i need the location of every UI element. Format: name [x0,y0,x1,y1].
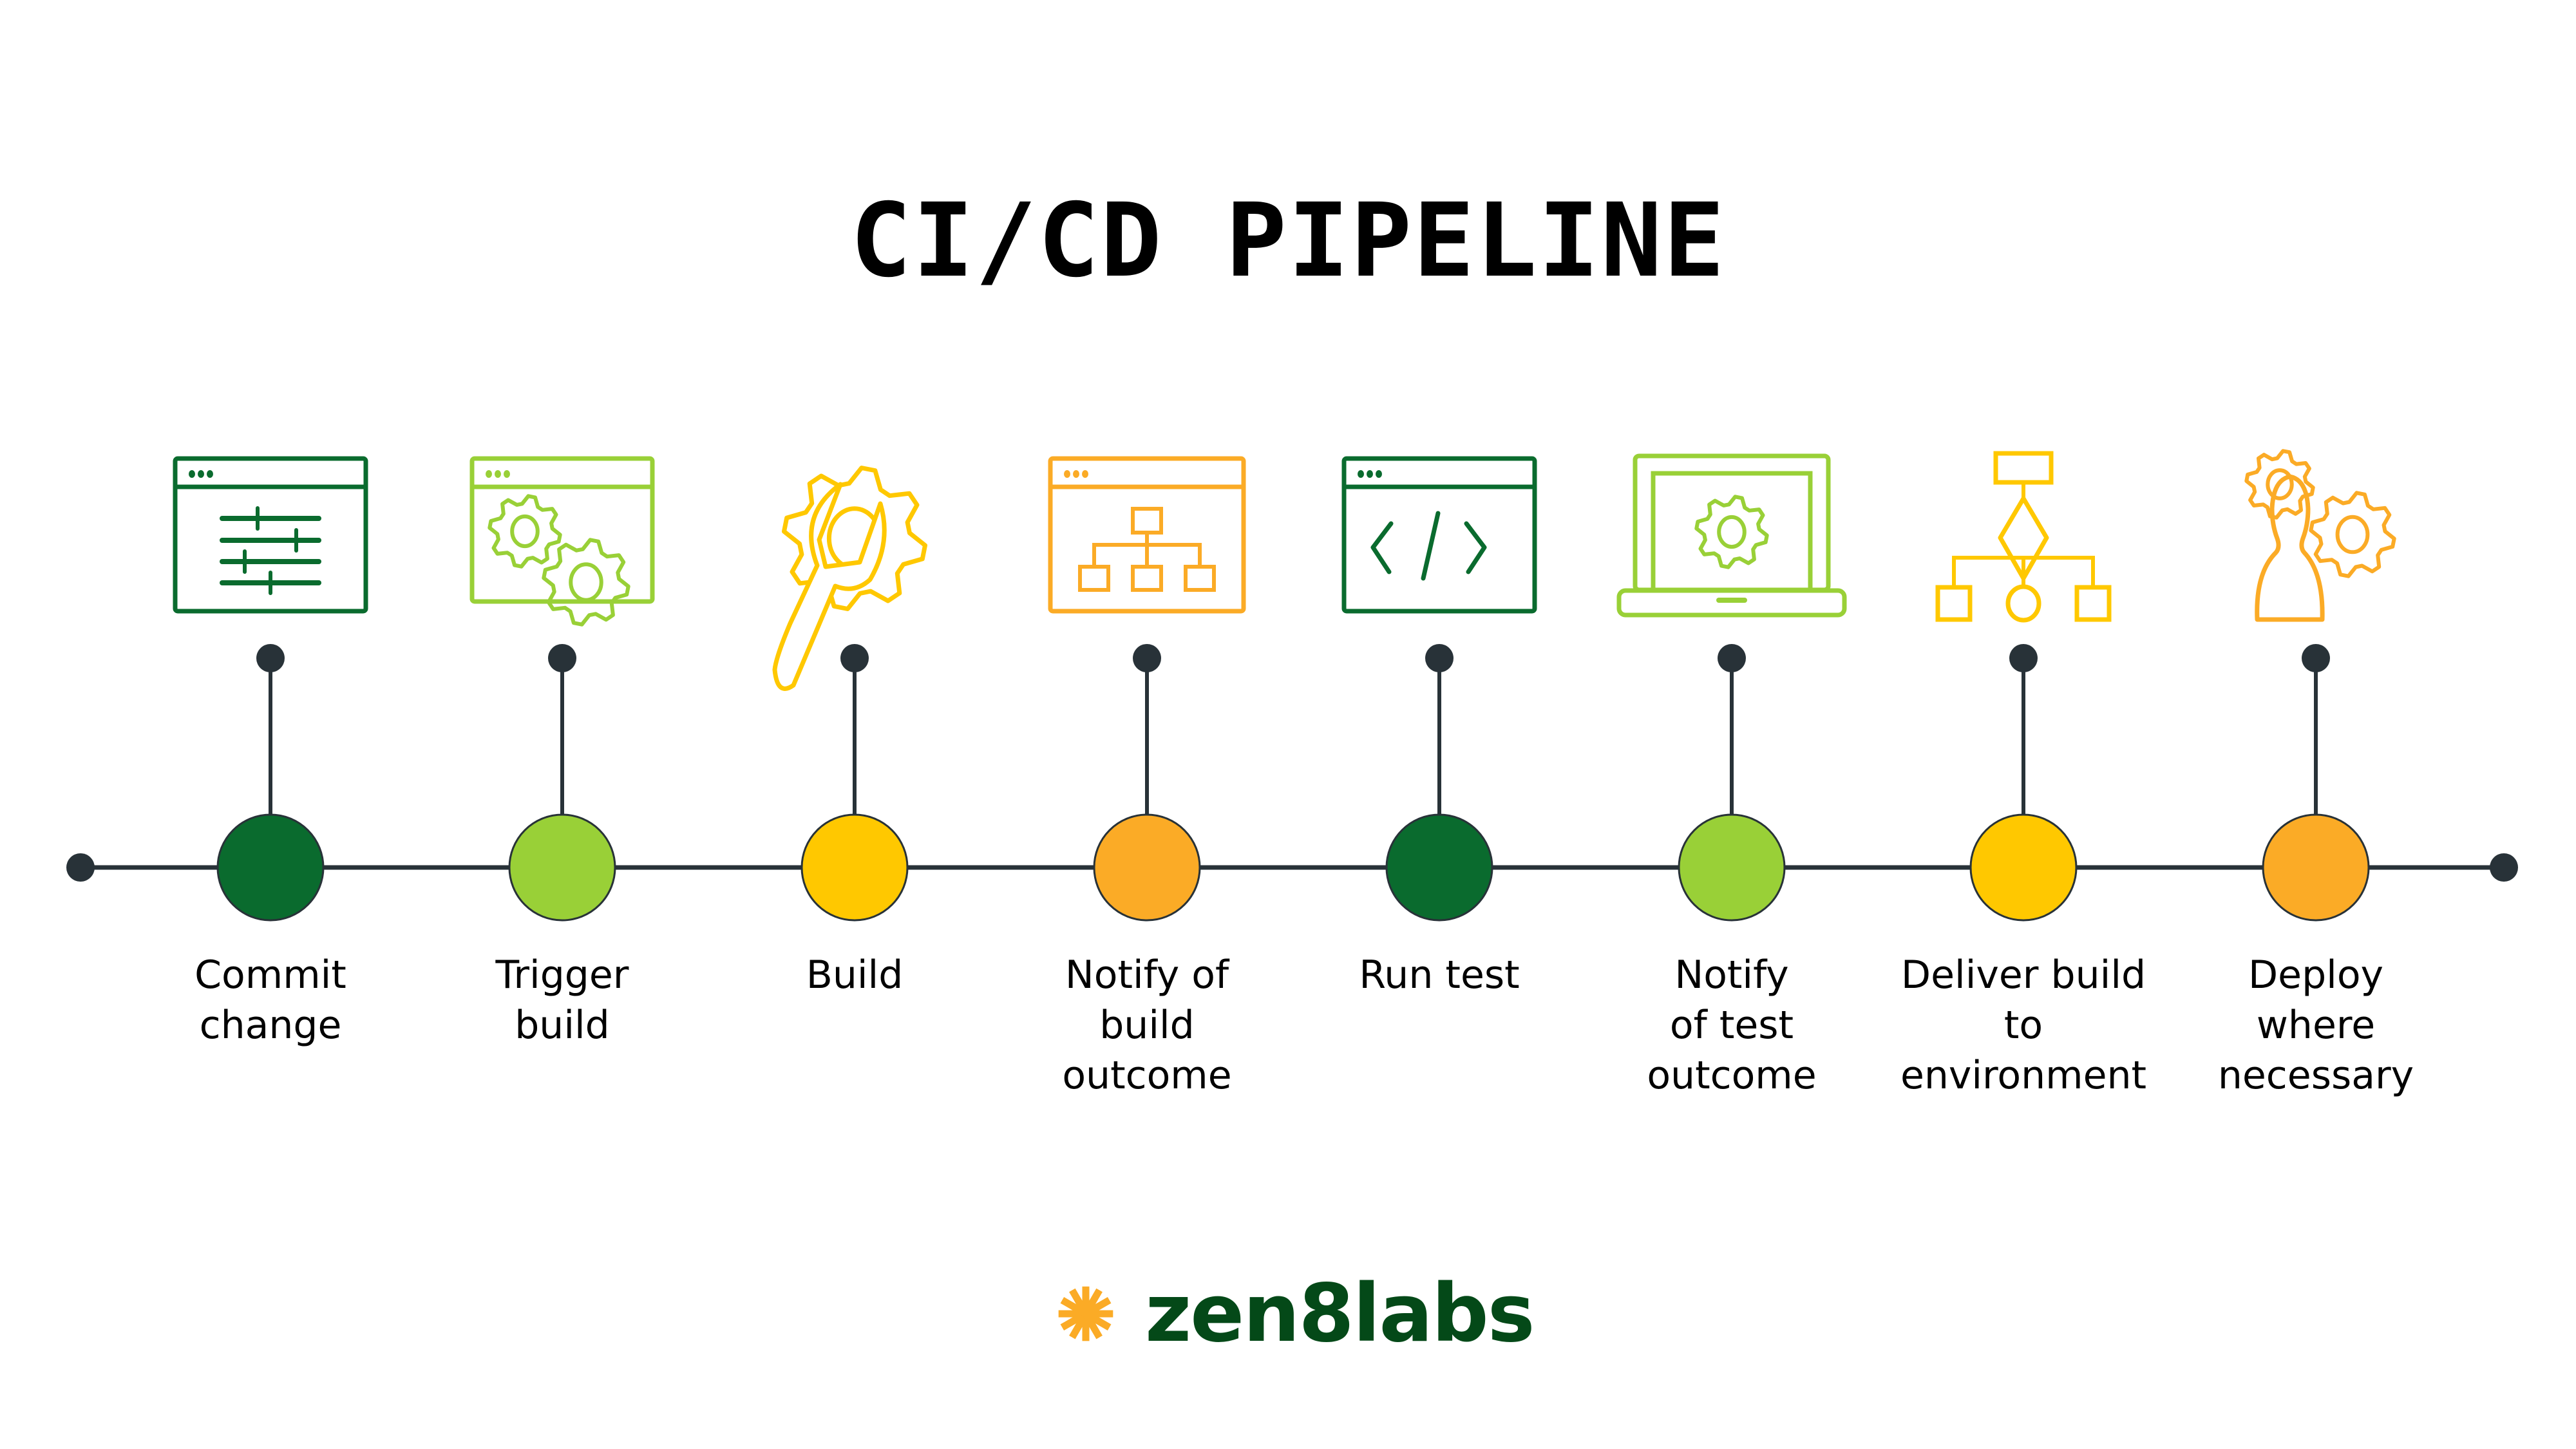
step-circle [508,813,616,922]
user-silhouette [2255,474,2325,622]
code-window-icon [1341,456,1537,614]
window-dot [504,470,510,478]
step-connector-dot [1718,644,1746,672]
step-circle [216,813,325,922]
step-connector-dot [256,644,285,672]
window-dot [486,470,492,478]
laptop-gear-icon [1616,453,1847,618]
gear-shape [488,494,562,569]
step-label-line: where [2256,1003,2376,1048]
step-label-line: of test [1669,1003,1794,1048]
step-label-line: Run test [1359,952,1520,998]
step-circle [1678,813,1786,922]
code-bracket-right [1464,521,1487,574]
flow-box-left [1935,585,1973,622]
settings-window-icon [173,456,368,614]
step-circle [800,813,909,922]
step-connector-dot [1425,644,1454,672]
step-circle [1385,813,1493,922]
asterisk-icon [1058,1286,1113,1341]
gear-shape [1694,495,1769,569]
step-label-line: Notify of [1065,952,1229,998]
step-label-line: Notify [1674,952,1789,998]
step-label-line: Build [806,952,904,998]
window-dot [189,470,195,478]
step-label: Deliver build to environment [1882,950,2165,1101]
node-child [1078,565,1110,592]
flow-start [1993,451,2054,485]
pipeline-diagram [66,449,2518,922]
step-label-line: Trigger [495,952,629,998]
window-dot [495,470,501,478]
code-slash [1421,511,1441,581]
timeline-start-dot [66,853,95,882]
step-label-line: necessary [2217,1053,2414,1098]
window-dot [198,470,204,478]
step-label: Run test [1298,950,1581,1000]
window-dot [207,470,213,478]
window-dot [1082,470,1088,478]
window-frame [1341,456,1537,614]
step-connector-dot [2302,644,2330,672]
step-circle [1093,813,1201,922]
step-label-line: environment [1900,1053,2147,1098]
step-label-line: Deliver build [1900,952,2146,998]
flow-box-right [2074,585,2112,622]
step-connector-dot [1133,644,1161,672]
step-connector-dot [840,644,869,672]
gear-hole [510,514,540,549]
step-label: Notify of test outcome [1590,950,1873,1101]
user-gears-icon [2244,449,2396,622]
window-frame [469,456,655,604]
logo-text: zen8labs [1145,1267,1535,1360]
step-label-line: to [2003,1003,2043,1048]
flow-circle [2005,584,2041,623]
code-bracket-left [1370,521,1394,574]
step-label: Commit change [129,950,412,1050]
step-label-line: Commit [194,952,346,998]
step-label: Deploy where necessary [2174,950,2458,1101]
laptop-lid [1633,453,1831,592]
window-dot [1064,470,1070,478]
window-dot [1358,470,1364,478]
step-label-line: outcome [1062,1053,1232,1098]
gears-window-icon [469,456,655,627]
step-label-line: build [1099,1003,1195,1048]
gear-hole [569,562,603,602]
step-connector-dot [2009,644,2038,672]
node-top [1131,507,1163,535]
step-label-line: Deploy [2248,952,2384,998]
gear-hole [1717,515,1747,549]
icons [173,449,2396,691]
window-dot [1073,470,1079,478]
step-label-line: outcome [1647,1053,1817,1098]
step-circle [1969,813,2078,922]
node-child [1184,565,1216,592]
step-connector-dot [548,644,576,672]
step-label-line: change [199,1003,342,1048]
window-dot [1367,470,1373,478]
gear-shape [2309,491,2396,578]
gear-shape [542,538,630,627]
step-label: Build [713,950,996,1000]
gear-hole [2335,515,2370,554]
node-links [1092,533,1202,565]
step-circle [2262,813,2370,922]
timeline [66,644,2518,922]
logo: zen8labs [1056,1267,1535,1360]
timeline-end-dot [2490,853,2518,882]
node-child [1131,565,1163,592]
step-label: Trigger build [421,950,704,1050]
laptop-screen [1651,471,1813,592]
step-label-line: build [515,1003,610,1048]
flowchart-icon [1935,451,2112,623]
hierarchy-window-icon [1048,456,1246,614]
flow-branches [1952,556,2095,587]
window-dot [1376,470,1382,478]
step-label: Notify of build outcome [1005,950,1289,1101]
